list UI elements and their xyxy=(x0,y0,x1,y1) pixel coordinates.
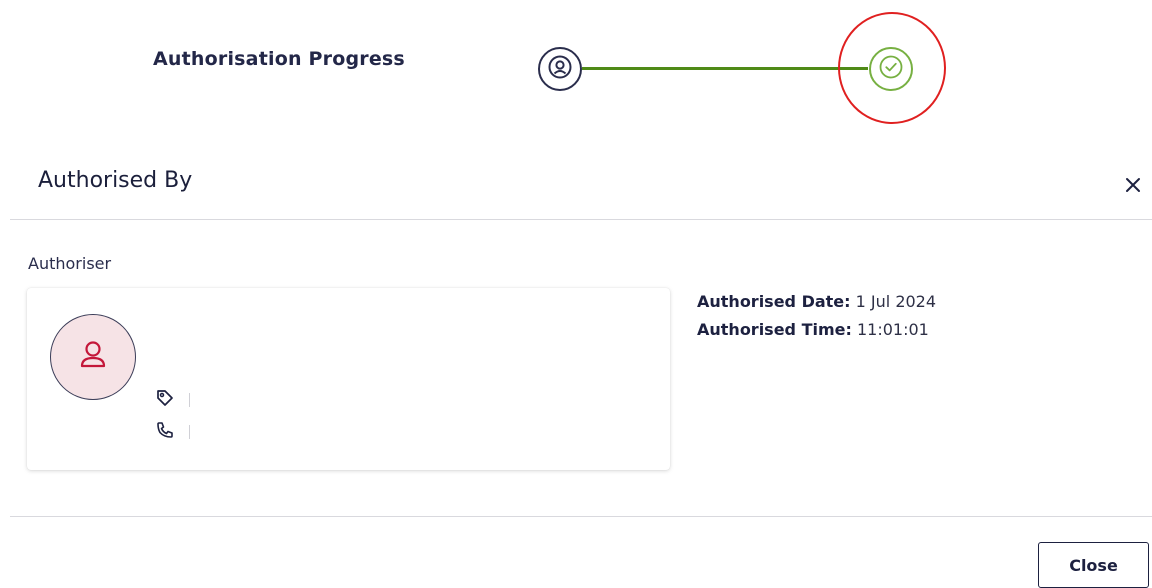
authoriser-phone-value xyxy=(189,425,190,439)
authorised-time-label: Authorised Time: xyxy=(697,320,852,339)
panel-title: Authorised By xyxy=(38,168,193,193)
authorised-time: Authorised Time: 11:01:01 xyxy=(697,320,929,339)
phone-icon xyxy=(155,420,175,444)
user-icon xyxy=(76,338,110,376)
highlight-annotation-ring xyxy=(838,12,946,124)
close-icon xyxy=(1125,177,1141,197)
divider-bottom xyxy=(10,516,1152,517)
authoriser-card xyxy=(27,288,670,470)
authorised-time-value: 11:01:01 xyxy=(857,320,929,339)
stepper-connector-line xyxy=(582,67,868,70)
close-button[interactable]: Close xyxy=(1038,542,1149,588)
authoriser-id-row xyxy=(155,389,190,411)
step-initiator xyxy=(538,47,582,91)
authoriser-phone-row xyxy=(155,421,190,443)
authorisation-stepper xyxy=(0,0,1152,140)
authorised-date: Authorised Date: 1 Jul 2024 xyxy=(697,292,936,311)
divider-top xyxy=(10,219,1152,220)
authorised-date-value: 1 Jul 2024 xyxy=(855,292,937,311)
panel-close-button[interactable] xyxy=(1118,172,1148,202)
avatar xyxy=(50,314,136,400)
user-circle-icon xyxy=(547,54,573,84)
authoriser-label: Authoriser xyxy=(28,254,112,273)
authorised-date-label: Authorised Date: xyxy=(697,292,851,311)
tag-icon xyxy=(155,388,175,412)
authoriser-id-value xyxy=(189,393,190,407)
